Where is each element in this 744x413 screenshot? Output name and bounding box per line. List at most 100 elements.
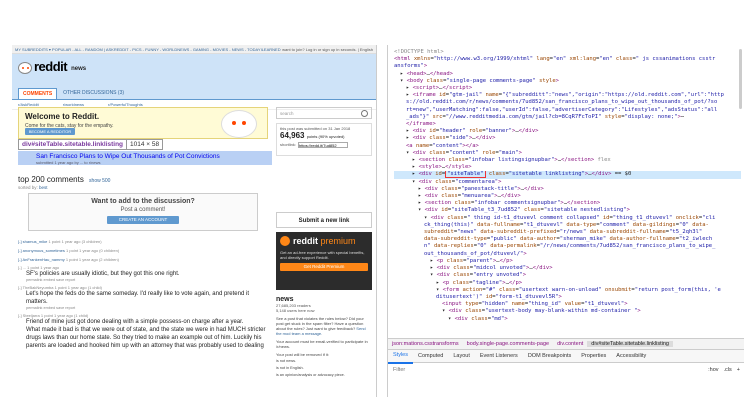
comment-meta: 1 point 1 year ago (2 children): [65, 257, 119, 262]
subreddit-name[interactable]: news: [71, 66, 86, 72]
comment-text: What made it bad is that we were out of …: [26, 327, 266, 333]
tab-other-discussions[interactable]: OTHER DISCUSSIONS (3): [59, 88, 128, 99]
sidebar-subreddit-title[interactable]: news: [276, 296, 372, 303]
points-count: 64,963 points (90% upvoted): [280, 131, 368, 140]
shortlink-row: shortlink:: [280, 142, 368, 148]
hover-state-toggle[interactable]: :hov: [708, 367, 718, 373]
add-rule-icon[interactable]: +: [737, 367, 740, 373]
dom-node[interactable]: ▸ <script>…</script>: [394, 85, 741, 92]
shortlink-field[interactable]: [298, 142, 349, 148]
dom-node[interactable]: ▾ <div class="content" role="main">: [394, 150, 741, 157]
dom-node[interactable]: ▸ <head>…</head>: [394, 71, 741, 78]
tab-event-listeners[interactable]: Event Listeners: [475, 350, 523, 363]
tab-styles[interactable]: Styles: [388, 349, 413, 364]
collapsed-comment[interactable]: [-] anonymous_sometimes 1 point 1 year a…: [18, 246, 276, 255]
dom-scrollbar[interactable]: [739, 49, 742, 109]
topbar-subreddit-links[interactable]: MY SUBREDDITS ▾ POPULAR - ALL - RANDOM |…: [15, 47, 281, 52]
comment-actions[interactable]: permalink embed save report: [18, 278, 276, 284]
dom-node[interactable]: ▾ <div class="usertext-body may-blank-wi…: [394, 308, 741, 315]
comment-user[interactable]: [-] anonymous_sometimes: [18, 248, 65, 253]
breadcrumb-current[interactable]: div#siteTable.sitetable.linklisting: [587, 341, 673, 347]
premium-description: Get an ad-free experience with special b…: [280, 250, 365, 260]
dom-node[interactable]: ▾ <div class=" thing id-t1_dtuvevl comme…: [394, 215, 741, 222]
comment-actions[interactable]: permalink embed save report: [18, 306, 276, 312]
dom-node[interactable]: data-subreddit-type="public" data-author…: [394, 236, 741, 243]
header-tabs: COMMENTS OTHER DISCUSSIONS (3): [18, 88, 130, 99]
join-discussion-box: Want to add to the discussion? Post a co…: [28, 193, 258, 231]
dom-tree[interactable]: <!DOCTYPE html> <html xmlns="http://www.w…: [388, 45, 744, 338]
dom-node[interactable]: ▾ <div class="commentarea">: [394, 179, 741, 186]
show-500-link[interactable]: show 500: [89, 178, 110, 184]
dom-node[interactable]: <html xmlns="http://www.w3.org/1999/xhtm…: [394, 56, 741, 63]
post-title-link[interactable]: San Francisco Plans to Wipe Out Thousand…: [36, 153, 220, 160]
comment-entry: [-] ... 1 point 1 year ago SF's policies…: [18, 265, 276, 284]
dom-node[interactable]: s://old.reddit.com/r/news/comments/7ud85…: [394, 99, 741, 106]
dom-node[interactable]: </iframe>: [394, 121, 741, 128]
comment-text: drugs laws than our home state. So they …: [26, 335, 262, 341]
comment-list: [-] shamus_mike 1 point 1 year ago (3 ch…: [18, 237, 276, 350]
sort-dropdown[interactable]: best: [39, 185, 48, 190]
dom-node[interactable]: rt=new","userMatching":false,"userId":fa…: [394, 107, 741, 114]
get-premium-button[interactable]: Get Reddit Premium: [280, 263, 368, 271]
top-comments-heading: top 200 comments show 500: [18, 175, 110, 184]
verify-email-note: Your account must be email-verified to p…: [276, 339, 368, 349]
breadcrumb-item[interactable]: div.content: [553, 341, 587, 347]
comment-entry: [-] Steeljarra 1 point 1 year ago (1 chi…: [18, 313, 276, 350]
dom-node[interactable]: ▾ <div id="siteTable_t3_7ud852" class="s…: [394, 207, 741, 214]
comment-text: Let's hope the feds do the same someday.…: [26, 291, 249, 297]
reddit-header: reddit news COMMENTS OTHER DISCUSSIONS (…: [12, 54, 376, 100]
dom-node[interactable]: subreddit="news" data-subreddit-prefixed…: [394, 229, 741, 236]
reddit-logo[interactable]: reddit news: [18, 59, 86, 74]
dom-node[interactable]: ▸ <div class="midcol unvoted">…</div>: [394, 265, 741, 272]
comment-user[interactable]: [-] AnFrankenHau_nammy: [18, 257, 65, 262]
dom-node[interactable]: ▸ <div class="side">…</div>: [394, 135, 741, 142]
comment-meta: 1 point 1 year ago (0 children): [66, 248, 120, 253]
tab-accessibility[interactable]: Accessibility: [611, 350, 651, 363]
breadcrumb-item[interactable]: body.single-page.comments-page: [463, 341, 553, 347]
breadcrumb-item[interactable]: json:mations.csstransforms: [388, 341, 463, 347]
collapsed-comment[interactable]: [-] AnFrankenHau_nammy 1 point 1 year ag…: [18, 255, 276, 264]
dom-node[interactable]: ▸ <p class="parent">…</p>: [394, 258, 741, 265]
class-toggle[interactable]: .cls: [724, 367, 732, 373]
dom-node[interactable]: <input type="hidden" name="thing_id" val…: [394, 301, 741, 308]
filter-input[interactable]: Filter: [393, 367, 708, 373]
dom-node[interactable]: <!DOCTYPE html>: [394, 49, 741, 56]
dom-node[interactable]: ▸ <iframe id="gtm-jail" name="{"subreddi…: [394, 92, 741, 99]
dom-node[interactable]: out_thousands_of_pot/dtuvevl/">: [394, 251, 741, 258]
search-input[interactable]: search: [276, 107, 372, 119]
submit-link-button[interactable]: Submit a new link: [276, 212, 372, 228]
dom-node[interactable]: ▾ <div class="md">: [394, 316, 741, 323]
tab-dom-breakpoints[interactable]: DOM Breakpoints: [523, 350, 576, 363]
dom-node[interactable]: _ads"}" src="//www.redditmedia.com/gtm/j…: [394, 114, 741, 121]
topbar-login-prompt[interactable]: want to join? Log in or sign up in secon…: [282, 47, 373, 52]
online-count: 5,148 users here now: [276, 308, 315, 313]
dom-node[interactable]: ▾ <form action="#" class="usertext warn-…: [394, 287, 741, 294]
dom-node[interactable]: <a name="content"></a>: [394, 143, 741, 150]
dom-node[interactable]: ▾ <body class="single-page comments-page…: [394, 78, 741, 85]
comment-meta: 1 point 1 year ago (3 children): [48, 239, 102, 244]
dom-node-selected[interactable]: ▸ <div id= "siteTable" class="sitetable l…: [394, 171, 741, 179]
tab-properties[interactable]: Properties: [576, 350, 611, 363]
reddit-sidebar: search this post was submitted on 31 Jan…: [276, 107, 372, 378]
dom-node[interactable]: ditusertext')" id="form-t1_dtuvevl5R">: [394, 294, 741, 301]
dom-node[interactable]: ▸ <p class="tagline">…</p>: [394, 280, 741, 287]
tab-layout[interactable]: Layout: [448, 350, 475, 363]
tab-comments[interactable]: COMMENTS: [18, 88, 58, 99]
dom-node[interactable]: ▸ <div id="header" role="banner">…</div>: [394, 128, 741, 135]
collapsed-comment[interactable]: [-] shamus_mike 1 point 1 year ago (3 ch…: [18, 237, 276, 246]
dom-node[interactable]: ▸ <section class="infobar commentsignupb…: [394, 200, 741, 207]
comment-user[interactable]: [-] shamus_mike: [18, 239, 47, 244]
dom-node[interactable]: ▸ <div class="panestack-title">…</div>: [394, 186, 741, 193]
dom-node[interactable]: ansforms">: [394, 63, 741, 70]
tab-computed[interactable]: Computed: [413, 350, 448, 363]
dom-node[interactable]: n" data-replies="0" data-permalink="/r/n…: [394, 243, 741, 250]
post-meta: submitted 1 year ago by ... to r/news: [36, 160, 101, 165]
dom-node[interactable]: ▸ <section class="infobar listingsignupb…: [394, 157, 741, 164]
dom-node[interactable]: ▾ <div class="entry unvoted">: [394, 272, 741, 279]
dom-node[interactable]: ck_thing(this)" data-fullname="t1_dtuvev…: [394, 222, 741, 229]
dom-node[interactable]: ▸ <style>…</style>: [394, 164, 741, 171]
become-redditor-button[interactable]: BECOME A REDDITOR: [25, 128, 75, 135]
create-account-button[interactable]: CREATE AN ACCOUNT: [107, 216, 179, 224]
dom-node[interactable]: ▸ <div class="menuarea">…</div>: [394, 193, 741, 200]
